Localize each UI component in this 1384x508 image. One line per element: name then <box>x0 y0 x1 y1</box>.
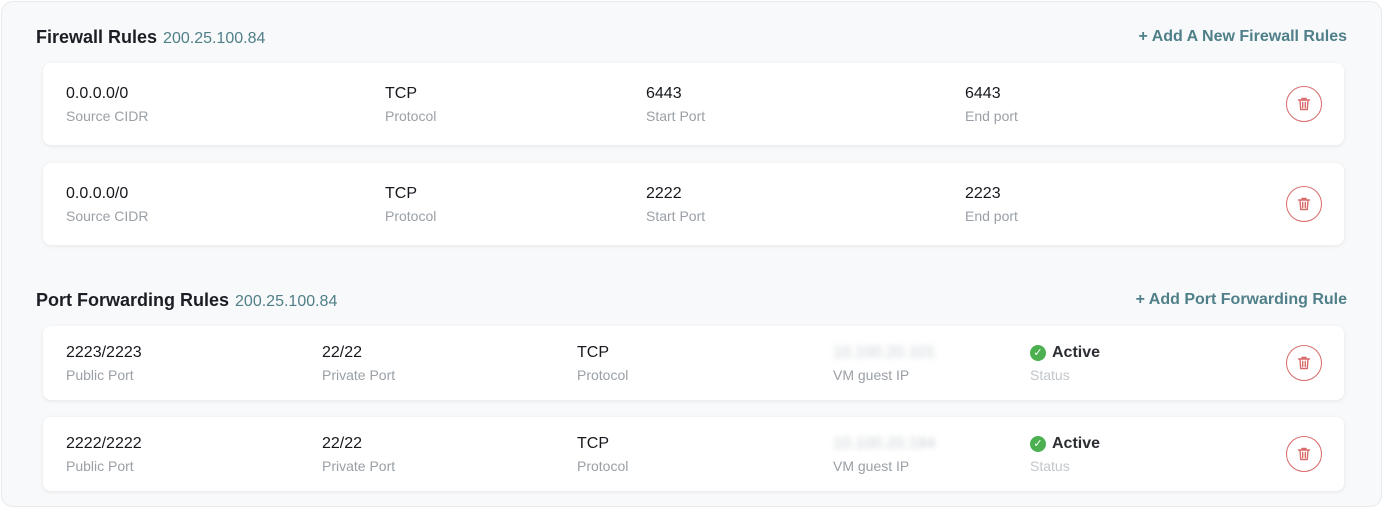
protocol-field: TCP Protocol <box>577 434 628 475</box>
start-port-label: Start Port <box>646 108 706 124</box>
private-port-label: Private Port <box>322 458 396 474</box>
private-port-label: Private Port <box>322 367 396 383</box>
start-port-label: Start Port <box>646 208 706 224</box>
delete-rule-button[interactable] <box>1286 86 1322 122</box>
firewall-rule-card: 0.0.0.0/0 Source CIDR TCP Protocol 6443 … <box>43 63 1344 145</box>
port-forwarding-title-group: Port Forwarding Rules 200.25.100.84 <box>36 290 337 311</box>
public-port-value: 2223/2223 <box>66 344 142 361</box>
source-cidr-field: 0.0.0.0/0 Source CIDR <box>66 84 148 125</box>
status-label: Status <box>1030 458 1070 474</box>
trash-icon <box>1297 197 1311 211</box>
status-value: Active <box>1052 344 1101 361</box>
firewall-rule-card: 0.0.0.0/0 Source CIDR TCP Protocol 2222 … <box>43 163 1344 245</box>
trash-icon <box>1297 356 1311 370</box>
protocol-value: TCP <box>385 185 417 202</box>
public-port-field: 2222/2222 Public Port <box>66 434 142 475</box>
status-field: ✓ Active Status <box>1030 434 1100 475</box>
private-port-field: 22/22 Private Port <box>322 343 395 384</box>
trash-icon <box>1297 97 1311 111</box>
port-forwarding-title: Port Forwarding Rules <box>36 289 230 310</box>
protocol-field: TCP Protocol <box>385 184 436 225</box>
port-forwarding-rule-card: 2222/2222 Public Port 22/22 Private Port… <box>43 417 1344 491</box>
status-label: Status <box>1030 367 1070 383</box>
source-cidr-value: 0.0.0.0/0 <box>66 85 129 102</box>
protocol-label: Protocol <box>577 458 629 474</box>
source-cidr-label: Source CIDR <box>66 108 149 124</box>
end-port-field: 2223 End port <box>965 184 1018 225</box>
vm-guest-ip-field: 10.100.20.184 VM guest IP <box>833 434 935 475</box>
protocol-field: TCP Protocol <box>577 343 628 384</box>
network-rules-panel: Firewall Rules 200.25.100.84 + Add A New… <box>1 1 1382 507</box>
start-port-field: 6443 Start Port <box>646 84 705 125</box>
start-port-field: 2222 Start Port <box>646 184 705 225</box>
end-port-label: End port <box>965 208 1018 224</box>
add-port-forwarding-rule-button[interactable]: + Add Port Forwarding Rule <box>1136 291 1347 309</box>
protocol-value: TCP <box>577 344 609 361</box>
start-port-value: 2222 <box>646 185 682 202</box>
source-cidr-field: 0.0.0.0/0 Source CIDR <box>66 184 148 225</box>
firewall-ip: 200.25.100.84 <box>163 29 266 47</box>
public-port-label: Public Port <box>66 367 134 383</box>
end-port-label: End port <box>965 108 1018 124</box>
delete-rule-button[interactable] <box>1286 186 1322 222</box>
trash-icon <box>1297 447 1311 461</box>
vm-guest-ip-field: 10.100.20.101 VM guest IP <box>833 343 935 384</box>
protocol-value: TCP <box>577 435 609 452</box>
end-port-value: 2223 <box>965 185 1001 202</box>
vm-guest-ip-value: 10.100.20.101 <box>833 344 936 361</box>
firewall-title: Firewall Rules <box>36 26 158 47</box>
vm-guest-ip-label: VM guest IP <box>833 367 910 383</box>
port-forwarding-rule-card: 2223/2223 Public Port 22/22 Private Port… <box>43 326 1344 400</box>
status-value-group: ✓ Active <box>1030 434 1100 454</box>
firewall-section-header: Firewall Rules 200.25.100.84 + Add A New… <box>36 25 1347 49</box>
delete-rule-button[interactable] <box>1286 345 1322 381</box>
protocol-field: TCP Protocol <box>385 84 436 125</box>
private-port-value: 22/22 <box>322 435 363 452</box>
port-forwarding-section-header: Port Forwarding Rules 200.25.100.84 + Ad… <box>36 288 1347 312</box>
private-port-field: 22/22 Private Port <box>322 434 395 475</box>
source-cidr-value: 0.0.0.0/0 <box>66 185 129 202</box>
public-port-value: 2222/2222 <box>66 435 142 452</box>
source-cidr-label: Source CIDR <box>66 208 149 224</box>
protocol-value: TCP <box>385 85 417 102</box>
start-port-value: 6443 <box>646 85 682 102</box>
end-port-field: 6443 End port <box>965 84 1018 125</box>
protocol-label: Protocol <box>385 208 437 224</box>
public-port-label: Public Port <box>66 458 134 474</box>
public-port-field: 2223/2223 Public Port <box>66 343 142 384</box>
vm-guest-ip-label: VM guest IP <box>833 458 910 474</box>
port-forwarding-ip: 200.25.100.84 <box>235 292 338 310</box>
check-circle-icon: ✓ <box>1030 436 1046 452</box>
status-field: ✓ Active Status <box>1030 343 1100 384</box>
status-value-group: ✓ Active <box>1030 343 1100 363</box>
end-port-value: 6443 <box>965 85 1001 102</box>
status-value: Active <box>1052 435 1101 452</box>
add-firewall-rule-button[interactable]: + Add A New Firewall Rules <box>1139 28 1348 46</box>
protocol-label: Protocol <box>385 108 437 124</box>
firewall-title-group: Firewall Rules 200.25.100.84 <box>36 27 265 48</box>
protocol-label: Protocol <box>577 367 629 383</box>
vm-guest-ip-value: 10.100.20.184 <box>833 435 936 452</box>
check-circle-icon: ✓ <box>1030 345 1046 361</box>
delete-rule-button[interactable] <box>1286 436 1322 472</box>
private-port-value: 22/22 <box>322 344 363 361</box>
